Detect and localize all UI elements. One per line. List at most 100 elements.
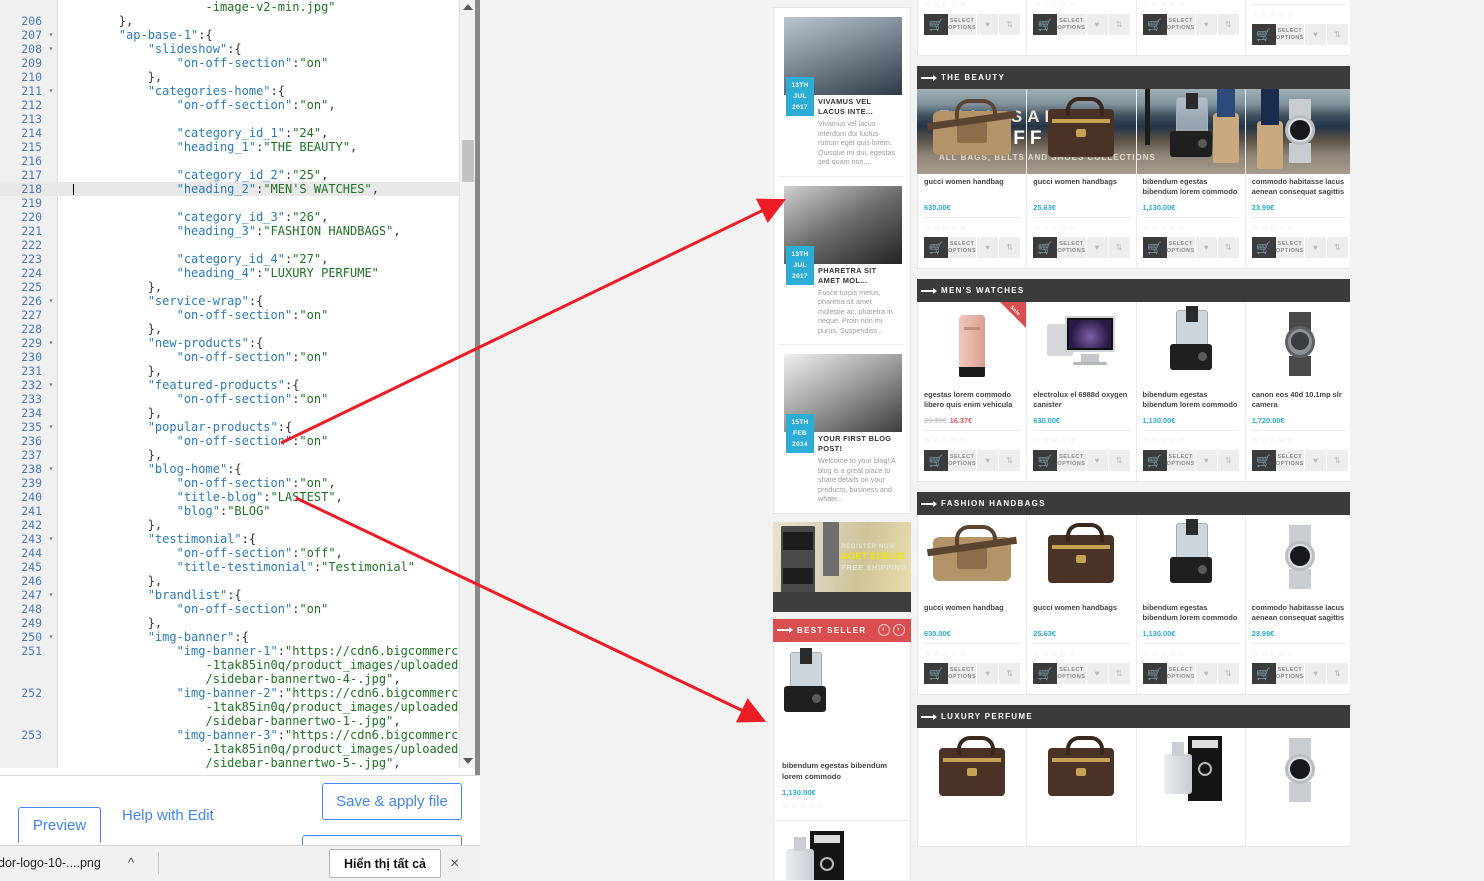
code-line[interactable]: 221 "heading_3":"FASHION HANDBAGS",	[0, 224, 460, 238]
product-image[interactable]	[1033, 310, 1129, 382]
product-image[interactable]	[1033, 97, 1129, 169]
compare-icon[interactable]: ⇅	[1107, 663, 1130, 684]
carousel-next-icon[interactable]: ›	[893, 624, 905, 636]
code-line[interactable]: 242 },	[0, 518, 460, 532]
tab-help-with-edit[interactable]: Help with Edit	[122, 807, 214, 824]
code-line[interactable]: 239 "on-off-section":"on",	[0, 476, 460, 490]
code-line[interactable]: 246 },	[0, 574, 460, 588]
compare-icon[interactable]: ⇅	[1326, 24, 1348, 45]
product-image[interactable]	[1252, 97, 1348, 169]
code-line[interactable]: 217 "category_id_2":"25",	[0, 168, 460, 182]
code-line[interactable]: 234 },	[0, 406, 460, 420]
product-name[interactable]: bibendum egestas bibendum lorem commodo	[1143, 603, 1239, 623]
product-image[interactable]	[924, 97, 1020, 169]
scroll-down-arrow-icon[interactable]	[463, 758, 473, 764]
compare-icon[interactable]: ⇅	[1216, 663, 1239, 684]
select-options-button[interactable]: SELECT OPTIONS	[1166, 14, 1195, 35]
product-image[interactable]	[1143, 519, 1239, 595]
code-line[interactable]: 243 ▾ "testimonial":{	[0, 532, 460, 546]
code-line[interactable]: 235 ▾ "popular-products":{	[0, 420, 460, 434]
close-icon[interactable]: ×	[450, 855, 459, 873]
code-line[interactable]: 232 ▾ "featured-products":{	[0, 378, 460, 392]
wishlist-heart-icon[interactable]: ♥	[1194, 237, 1217, 258]
code-line[interactable]: 249 },	[0, 616, 460, 630]
select-options-button[interactable]: SELECT OPTIONS	[1275, 24, 1304, 45]
code-line[interactable]: 208 ▾ "slideshow":{	[0, 42, 460, 56]
carousel-prev-icon[interactable]: ‹	[878, 624, 890, 636]
code-line[interactable]: 219	[0, 196, 460, 210]
product-name[interactable]: electrolux el 6988d oxygen canister	[1033, 390, 1129, 410]
product-card[interactable]: consequat sagittis lacinia aenean conseq…	[1137, 0, 1246, 55]
product-image[interactable]	[924, 736, 1020, 808]
product-image[interactable]	[1033, 736, 1129, 808]
compare-icon[interactable]: ⇅	[1216, 237, 1239, 258]
select-options-button[interactable]: SELECT OPTIONS	[1275, 237, 1304, 258]
product-name[interactable]	[1033, 816, 1129, 836]
code-line[interactable]: 223 "category_id_4":"27",	[0, 252, 460, 266]
site-preview-pane[interactable]: LASTEST BLOG 13THJUL2017VIVAMUS VEL LACU…	[480, 0, 1484, 880]
code-line[interactable]: 240 "title-blog":"LASTEST",	[0, 490, 460, 504]
select-options-button[interactable]: SELECT OPTIONS	[948, 14, 977, 35]
code-line[interactable]: /sidebar-bannertwo-4-.jpg",	[0, 672, 460, 686]
add-to-cart-icon[interactable]: 🛒	[1033, 237, 1058, 258]
code-line[interactable]: 229 ▾ "new-products":{	[0, 336, 460, 350]
product-name[interactable]: egestas lorem commodo libero quis enim v…	[924, 390, 1020, 410]
code-line[interactable]: 212 "on-off-section":"on",	[0, 98, 460, 112]
product-card[interactable]: vivamus luctus metus sed ultrices interd…	[918, 0, 1028, 55]
product-name[interactable]	[1143, 816, 1239, 836]
product-card[interactable]: Sale egestas lorem commodo libero quis en…	[918, 302, 1028, 481]
code-line[interactable]: 244 "on-off-section":"off",	[0, 546, 460, 560]
compare-icon[interactable]: ⇅	[1326, 450, 1348, 471]
compare-icon[interactable]: ⇅	[1107, 237, 1130, 258]
add-to-cart-icon[interactable]: 🛒	[1251, 24, 1276, 45]
product-image[interactable]	[1252, 523, 1348, 595]
add-to-cart-icon[interactable]: 🛒	[924, 14, 948, 35]
product-name[interactable]: gucci women handbag	[924, 177, 1020, 197]
add-to-cart-icon[interactable]: 🛒	[1033, 14, 1058, 35]
product-card[interactable]: commodo habitasse lacus aenean consequat…	[1246, 89, 1354, 268]
blog-post-title[interactable]: YOUR FIRST BLOG POST!	[818, 434, 900, 454]
wishlist-heart-icon[interactable]: ♥	[976, 237, 999, 258]
product-image[interactable]	[1143, 93, 1239, 169]
code-line[interactable]: 215 "heading_1":"THE BEAUTY",	[0, 140, 460, 154]
compare-icon[interactable]: ⇅	[1326, 237, 1348, 258]
wishlist-heart-icon[interactable]: ♥	[976, 663, 999, 684]
add-to-cart-icon[interactable]: 🛒	[1142, 14, 1167, 35]
code-line[interactable]: 213	[0, 112, 460, 126]
fold-toggle-icon[interactable]: ▾	[45, 84, 57, 98]
fold-toggle-icon[interactable]: ▾	[45, 532, 57, 546]
code-line[interactable]: /sidebar-bannertwo-5-.jpg",	[0, 756, 460, 770]
code-line[interactable]: 236 "on-off-section":"on"	[0, 434, 460, 448]
product-name[interactable]: bibendum egestas bibendum lorem commodo	[782, 760, 902, 782]
fold-toggle-icon[interactable]: ▾	[45, 294, 57, 308]
code-line[interactable]: 216	[0, 154, 460, 168]
code-line[interactable]: 227 "on-off-section":"on"	[0, 308, 460, 322]
add-to-cart-icon[interactable]: 🛒	[924, 237, 948, 258]
blog-post-title[interactable]: PHARETRA SIT AMET MOL...	[818, 266, 900, 286]
code-line[interactable]: 224 "heading_4":"LUXURY PERFUME"	[0, 266, 460, 280]
code-line[interactable]: 238 ▾ "blog-home":{	[0, 462, 460, 476]
code-line[interactable]: 209 "on-off-section":"on"	[0, 56, 460, 70]
compare-icon[interactable]: ⇅	[1107, 14, 1130, 35]
select-options-button[interactable]: SELECT OPTIONS	[1275, 450, 1304, 471]
product-image[interactable]	[1143, 736, 1239, 808]
wishlist-heart-icon[interactable]: ♥	[1304, 450, 1326, 471]
code-lines[interactable]: -image-v2-min.jpg" 206 }, 207 ▾ "ap-base-1"…	[0, 0, 480, 770]
best-seller-item[interactable]: metus rutrum egestas commodo lorem45.54€…	[774, 821, 910, 880]
editor-scrollbar-thumb[interactable]	[462, 140, 474, 182]
code-line[interactable]: 211 ▾ "categories-home":{	[0, 84, 460, 98]
preview-scrollbar[interactable]	[1350, 0, 1362, 880]
select-options-button[interactable]: SELECT OPTIONS	[1057, 663, 1086, 684]
select-options-button[interactable]: SELECT OPTIONS	[1166, 450, 1195, 471]
product-card[interactable]: gucci women handbags 25.63€ ☆☆☆☆☆ 🛒 SELECT O…	[1027, 515, 1137, 694]
code-line[interactable]: 231 },	[0, 364, 460, 378]
code-line[interactable]: 241 "blog":"BLOG"	[0, 504, 460, 518]
product-image[interactable]	[782, 830, 902, 880]
product-name[interactable]: bibendum egestas bibendum lorem commodo	[1143, 177, 1239, 197]
code-editor[interactable]: -image-v2-min.jpg" 206 }, 207 ▾ "ap-base-1"…	[0, 0, 480, 770]
blog-list-item[interactable]: 15TH FEB 2014 YOUR FIRST BLOG POST! Welcome …	[780, 345, 904, 513]
wishlist-heart-icon[interactable]: ♥	[1085, 450, 1108, 471]
code-line[interactable]: 210 },	[0, 70, 460, 84]
wishlist-heart-icon[interactable]: ♥	[1194, 450, 1217, 471]
product-name[interactable]: canon eos 40d 10.1mp slr camera	[1252, 390, 1348, 410]
